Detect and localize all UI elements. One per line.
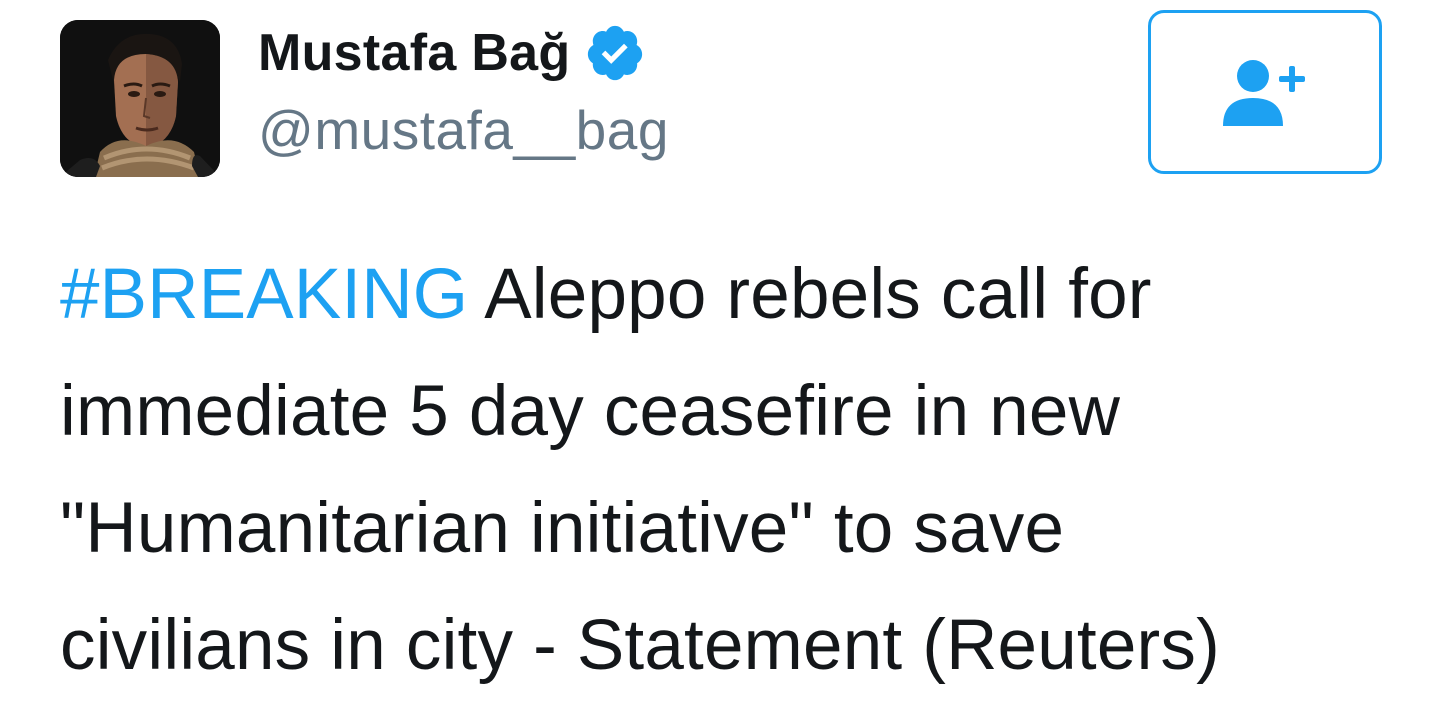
tweet-line-3: "Humanitarian initiative" to save (60, 489, 1065, 568)
follow-user-plus-icon (1223, 60, 1305, 126)
tweet-text: #BREAKING Aleppo rebels call for immedia… (60, 236, 1400, 704)
tweet-line-1-text: Aleppo rebels call for (468, 255, 1152, 334)
author-handle[interactable]: @mustafa__bag (258, 98, 669, 162)
tweet-card: Mustafa Bağ @mustafa__bag #BREAKING Alep… (0, 0, 1440, 713)
verified-badge-icon (584, 22, 646, 84)
author-name-row: Mustafa Bağ (258, 20, 646, 86)
follow-button[interactable] (1148, 10, 1382, 174)
display-name[interactable]: Mustafa Bağ (258, 23, 570, 83)
tweet-line-4: civilians in city - Statement (Reuters) (60, 606, 1220, 685)
hashtag-link[interactable]: #BREAKING (60, 255, 468, 334)
tweet-line-2: immediate 5 day ceasefire in new (60, 372, 1121, 451)
avatar[interactable] (60, 20, 220, 177)
avatar-photo (60, 20, 220, 177)
tweet-line-1: #BREAKING Aleppo rebels call for (60, 236, 1400, 353)
